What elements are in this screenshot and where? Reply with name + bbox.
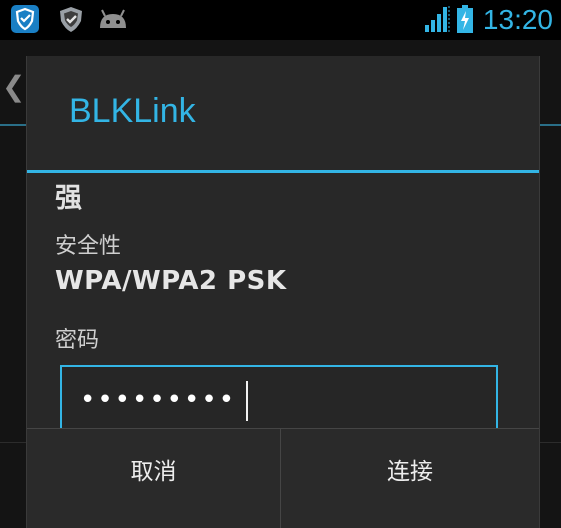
text-caret: [246, 381, 248, 421]
security-value: WPA/WPA2 PSK: [55, 266, 287, 296]
signal-strength-value: 强: [55, 183, 82, 214]
wifi-connect-dialog: BLKLink 强 安全性 WPA/WPA2 PSK 密码 ••••••••• …: [26, 56, 540, 528]
battery-charging-icon: [457, 5, 473, 33]
back-chevron-icon: ❮: [2, 70, 26, 103]
shield-security-icon: [60, 7, 82, 32]
dialog-button-bar: 取消 连接: [27, 428, 539, 528]
password-label: 密码: [55, 328, 100, 353]
dialog-title: BLKLink: [69, 92, 196, 130]
password-value: •••••••••: [80, 385, 237, 415]
password-input[interactable]: •••••••••: [60, 365, 498, 435]
android-debug-icon: [100, 9, 126, 28]
connect-button[interactable]: 连接: [281, 429, 539, 528]
shield-app-icon: [11, 5, 39, 33]
security-label: 安全性: [55, 234, 122, 259]
cancel-button[interactable]: 取消: [27, 429, 280, 528]
background-divider: [0, 124, 26, 126]
status-bar: 13:20: [0, 0, 561, 40]
signal-icon: [425, 6, 450, 32]
title-divider: [27, 170, 539, 173]
background-divider: [539, 124, 561, 126]
clock: 13:20: [482, 4, 553, 35]
